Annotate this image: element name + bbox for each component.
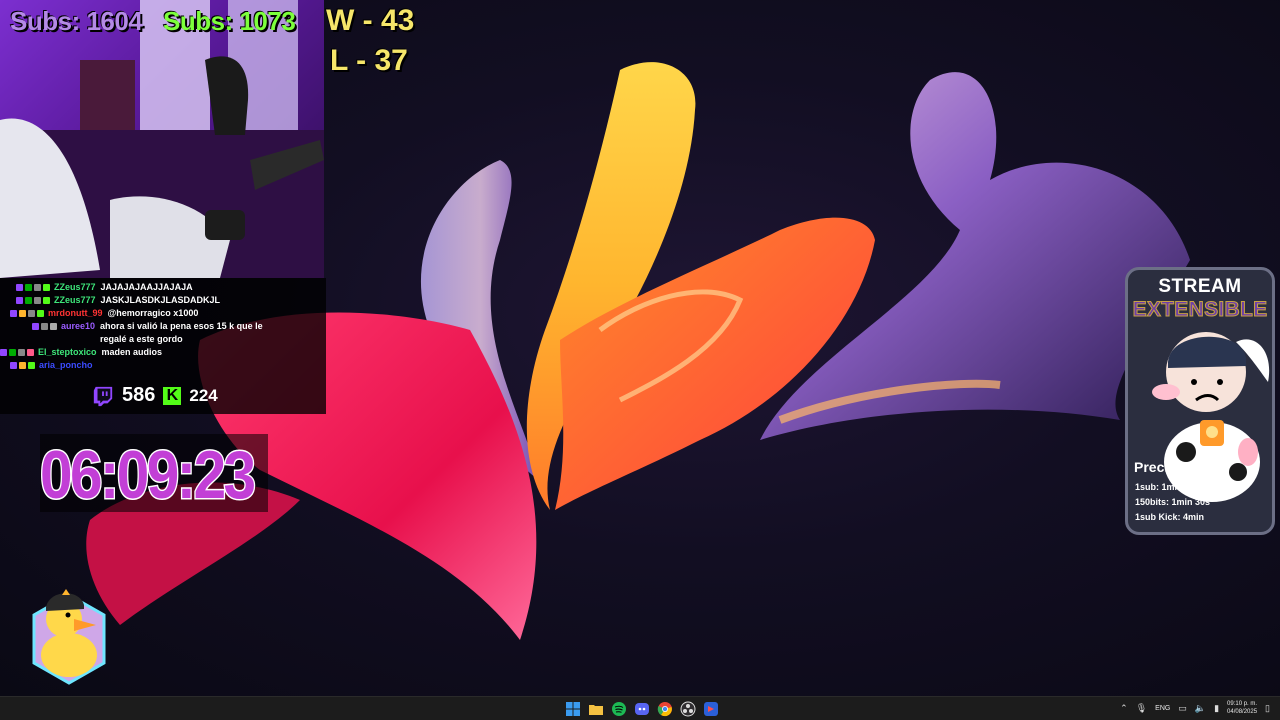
language-indicator[interactable]: ENG	[1155, 705, 1170, 712]
chat-message: auree10 ahora si valió la pena esos 15 k…	[0, 320, 326, 346]
card-subtitle: EXTENSIBLE	[1132, 298, 1268, 322]
chat-message: ZZeus777 JAJAJAJAAJJAJAJA	[0, 281, 326, 294]
chat-text: JASKJLASDKJLASDADKJL	[100, 295, 221, 305]
price-item: 1sub Kick: 4min	[1135, 512, 1205, 522]
losses-counter: L - 37	[330, 44, 408, 77]
chat-username: aria_poncho	[39, 360, 93, 370]
chat-username: El_steptoxico	[38, 347, 97, 357]
chat-badges	[16, 284, 50, 291]
card-title: STREAM	[1158, 276, 1242, 297]
chat-badges	[10, 362, 35, 369]
windows-start-icon[interactable]	[565, 701, 581, 717]
webcam-feed	[0, 0, 324, 278]
kick-icon: K	[163, 386, 182, 405]
chat-text: maden audios	[101, 347, 163, 357]
price-item: 1sub: 1min 30s	[1135, 482, 1201, 492]
subs-counter-a: Subs: 1604	[10, 6, 143, 36]
viewer-counts: 586 K 224	[92, 384, 218, 407]
notification-icon[interactable]: ▯	[1265, 703, 1270, 714]
volume-icon[interactable]: 🔈	[1195, 703, 1206, 714]
discord-icon[interactable]	[634, 701, 650, 717]
cow-character-icon	[1152, 332, 1270, 502]
chat-text: ahora si valió la pena esos 15 k que le …	[100, 321, 263, 344]
chat-text: @hemorragico x1000	[107, 308, 199, 318]
chat-message: mrdonutt_99 @hemorragico x1000	[0, 307, 326, 320]
chat-message: El_steptoxico maden audios	[0, 346, 326, 359]
chat-username: ZZeus777	[54, 295, 96, 305]
subs-counter-b: Subs: 1073	[163, 6, 296, 36]
spotify-icon[interactable]	[611, 701, 627, 717]
network-icon[interactable]: ▭	[1178, 703, 1187, 714]
chat-text: JAJAJAJAAJJAJAJA	[100, 282, 193, 292]
obs-icon[interactable]	[680, 701, 696, 717]
chevron-up-icon[interactable]: ⌃	[1120, 703, 1128, 714]
chat-badges	[32, 323, 57, 330]
chat-badges	[0, 349, 34, 356]
battery-icon[interactable]: ▮	[1214, 703, 1219, 714]
chat-badges	[16, 297, 50, 304]
duck-mascot-icon	[32, 589, 106, 685]
stream-extensible-card: STREAM EXTENSIBLE Precios 1sub: 1min 30s…	[1125, 267, 1275, 535]
kick-viewer-count: 224	[189, 385, 218, 405]
twitch-viewer-count: 586	[122, 384, 156, 406]
twitch-icon	[93, 386, 113, 406]
chrome-icon[interactable]	[657, 701, 673, 717]
game-icon[interactable]	[703, 701, 719, 717]
chat-badges	[10, 310, 44, 317]
clock-date: 04/08/2025	[1227, 709, 1258, 715]
prices-heading: Precios	[1134, 459, 1185, 475]
chat-message: aria_poncho	[0, 359, 326, 372]
chat-username: ZZeus777	[54, 282, 96, 292]
price-item: 150bits: 1min 30s	[1135, 497, 1211, 507]
chat-username: mrdonutt_99	[48, 308, 103, 318]
clock[interactable]: 09:10 p. m. 04/08/2025	[1227, 700, 1257, 716]
system-tray: ⌃ 🎙 ENG ▭ 🔈 ▮ 09:10 p. m. 04/08/2025 ▯	[1120, 700, 1270, 716]
chat-message: ZZeus777 JASKJLASDKJLASDADKJL	[0, 294, 326, 307]
stream-timer: 06:09:23	[39, 436, 258, 515]
clock-time: 09:10 p. m.	[1227, 701, 1258, 707]
wins-counter: W - 43	[326, 4, 415, 37]
microphone-icon[interactable]: 🎙	[1136, 703, 1147, 714]
chat-username: auree10	[61, 321, 96, 331]
taskbar: ⌃ 🎙 ENG ▭ 🔈 ▮ 09:10 p. m. 04/08/2025 ▯	[0, 696, 1280, 720]
file-explorer-icon[interactable]	[588, 701, 604, 717]
taskbar-app-icons	[565, 701, 719, 717]
